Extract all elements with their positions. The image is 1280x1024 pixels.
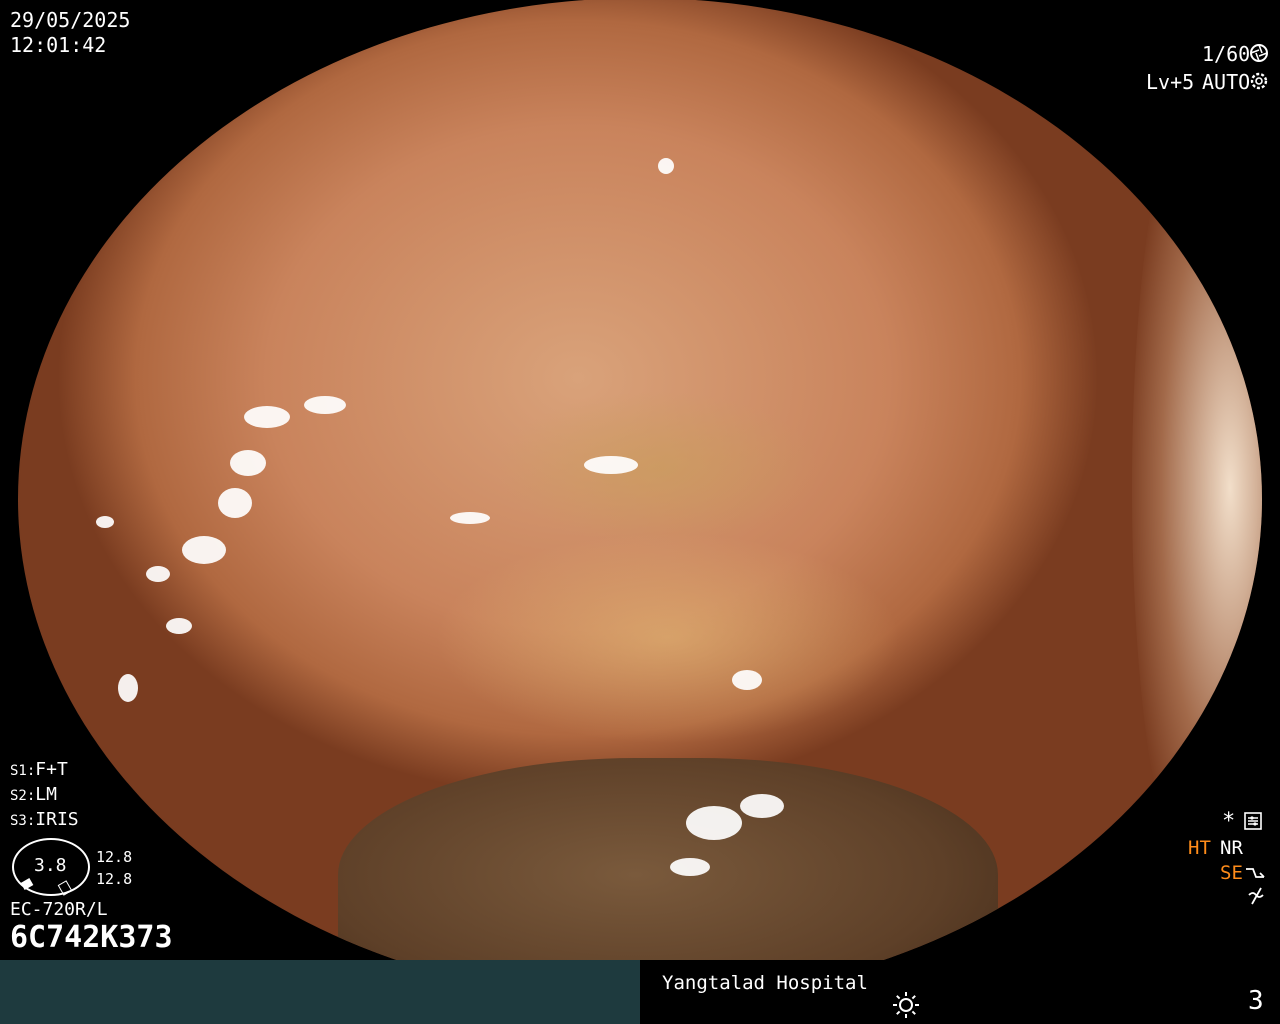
glint (318, 38, 330, 46)
time-label: 12:01:42 (10, 33, 107, 57)
glint (658, 158, 674, 174)
glint (244, 406, 290, 428)
settings-icon (1244, 812, 1262, 830)
se-indicator: SE (1220, 862, 1243, 884)
scope-model: EC-720R/L (10, 899, 108, 920)
glint (230, 450, 266, 476)
ht-indicator: HT (1188, 837, 1211, 859)
date-label: 29/05/2025 (10, 8, 131, 32)
dial-marker-icon (20, 878, 34, 890)
glint (450, 512, 490, 524)
endoscope-view (18, 0, 1262, 1000)
glint (304, 396, 346, 414)
scope-index-dial: 3.8 (12, 838, 90, 896)
glint (182, 536, 226, 564)
setting-s2-value: LM (35, 784, 57, 805)
gear-icon (1250, 72, 1268, 90)
star-indicator: * (1222, 809, 1236, 834)
wave-icon (1246, 886, 1266, 906)
brightness-icon (891, 990, 921, 1020)
setting-s2: S2:LM (10, 783, 57, 808)
iris-mode-label: AUTO (1202, 70, 1251, 94)
glint (146, 566, 170, 582)
glint (218, 488, 252, 518)
setting-s1: S1:F+T (10, 758, 68, 783)
glint (96, 516, 114, 528)
footer-left-panel (0, 960, 640, 1024)
tone-icon (1244, 863, 1266, 883)
glint (732, 670, 762, 690)
aperture-icon (1250, 44, 1268, 62)
setting-s3-value: IRIS (35, 809, 79, 830)
glint (670, 858, 710, 876)
setting-s1-key: S1: (10, 763, 36, 779)
setting-s1-value: F+T (35, 759, 68, 780)
dial-marker-icon (57, 880, 73, 896)
glint (740, 794, 784, 818)
scope-range-top: 12.8 (96, 848, 133, 866)
level-label: Lv+5 (1146, 70, 1195, 94)
page-number: 3 (1248, 986, 1264, 1016)
nr-indicator: NR (1220, 837, 1243, 859)
scope-serial: 6C742K373 (10, 920, 173, 955)
hospital-name: Yangtalad Hospital (662, 972, 868, 994)
glint (686, 806, 742, 840)
scope-index-value: 3.8 (34, 855, 67, 876)
setting-s3: S3:IRIS (10, 808, 79, 833)
shutter-label: 1/60 (1202, 42, 1251, 66)
glint (166, 618, 192, 634)
vignette (18, 0, 1262, 1000)
scope-range-bottom: 12.8 (96, 870, 133, 888)
setting-s3-key: S3: (10, 813, 36, 829)
setting-s2-key: S2: (10, 788, 36, 804)
glint (584, 456, 638, 474)
glint (248, 68, 268, 78)
glint (118, 674, 138, 702)
